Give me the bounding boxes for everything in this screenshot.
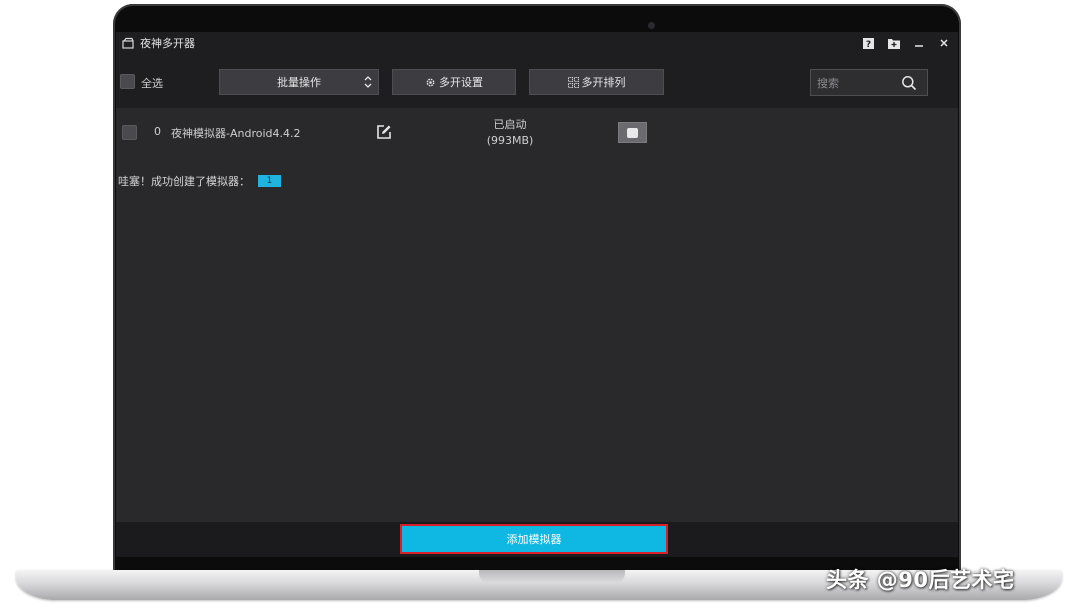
emulator-status: 已启动 (993MB) bbox=[456, 117, 564, 149]
multi-instance-manager-window: 夜神多开器 ? 全选 批量操作 多开设置 多开排列 搜索 0 夜神模拟器-And… bbox=[116, 32, 958, 557]
title-bar: 夜神多开器 ? bbox=[116, 32, 958, 54]
creation-success-message: 哇塞！成功创建了模拟器： 1 bbox=[118, 173, 281, 189]
emulator-row: 0 夜神模拟器-Android4.4.2 已启动 (993MB) bbox=[116, 108, 958, 158]
select-all-label: 全选 bbox=[141, 77, 163, 90]
up-down-arrow-icon bbox=[364, 76, 372, 88]
stop-emulator-button[interactable] bbox=[618, 122, 647, 143]
emulator-index: 0 bbox=[154, 125, 161, 138]
created-count-badge: 1 bbox=[258, 175, 281, 187]
close-icon[interactable] bbox=[937, 37, 950, 50]
screenshot-stage: 夜神多开器 ? 全选 批量操作 多开设置 多开排列 搜索 0 夜神模拟器-And… bbox=[0, 0, 1080, 614]
add-emulator-button[interactable]: 添加模拟器 bbox=[400, 524, 668, 554]
creation-message-text: 哇塞！成功创建了模拟器： bbox=[118, 175, 250, 188]
stop-icon bbox=[627, 127, 638, 138]
emulator-name: 夜神模拟器-Android4.4.2 bbox=[171, 127, 301, 140]
window-title: 夜神多开器 bbox=[140, 37, 195, 50]
multi-open-arrange-label: 多开排列 bbox=[581, 76, 626, 89]
search-input[interactable] bbox=[815, 74, 899, 93]
search-icon[interactable] bbox=[901, 75, 917, 91]
window-controls: ? bbox=[862, 32, 950, 54]
help-icon[interactable]: ? bbox=[862, 37, 875, 50]
emulator-row-checkbox[interactable] bbox=[122, 125, 137, 140]
multi-open-settings-label: 多开设置 bbox=[439, 76, 483, 89]
svg-text:?: ? bbox=[866, 40, 871, 49]
edit-icon[interactable] bbox=[376, 124, 392, 140]
select-all-checkbox[interactable] bbox=[120, 74, 135, 89]
grid-arrange-icon bbox=[567, 76, 579, 88]
multi-open-settings-button[interactable]: 多开设置 bbox=[392, 69, 516, 95]
toolbar: 全选 批量操作 多开设置 多开排列 搜索 bbox=[116, 54, 958, 108]
emulator-memory: (993MB) bbox=[486, 134, 534, 147]
emulator-status-text: 已启动 bbox=[493, 118, 527, 131]
folder-add-icon[interactable] bbox=[887, 37, 900, 50]
watermark-text: 头条 @90后艺术宅 bbox=[826, 568, 1015, 592]
multi-open-arrange-button[interactable]: 多开排列 bbox=[529, 69, 664, 95]
gear-icon bbox=[426, 78, 435, 86]
add-emulator-label: 添加模拟器 bbox=[506, 533, 562, 546]
batch-operation-label: 批量操作 bbox=[277, 76, 321, 89]
camera-icon bbox=[648, 22, 655, 29]
search-box bbox=[810, 69, 928, 96]
footer-bar: 添加模拟器 bbox=[116, 522, 958, 557]
app-logo-icon bbox=[122, 37, 134, 49]
batch-operation-select[interactable]: 批量操作 bbox=[219, 69, 379, 95]
laptop-notch bbox=[479, 570, 625, 583]
minimize-icon[interactable] bbox=[912, 37, 925, 50]
